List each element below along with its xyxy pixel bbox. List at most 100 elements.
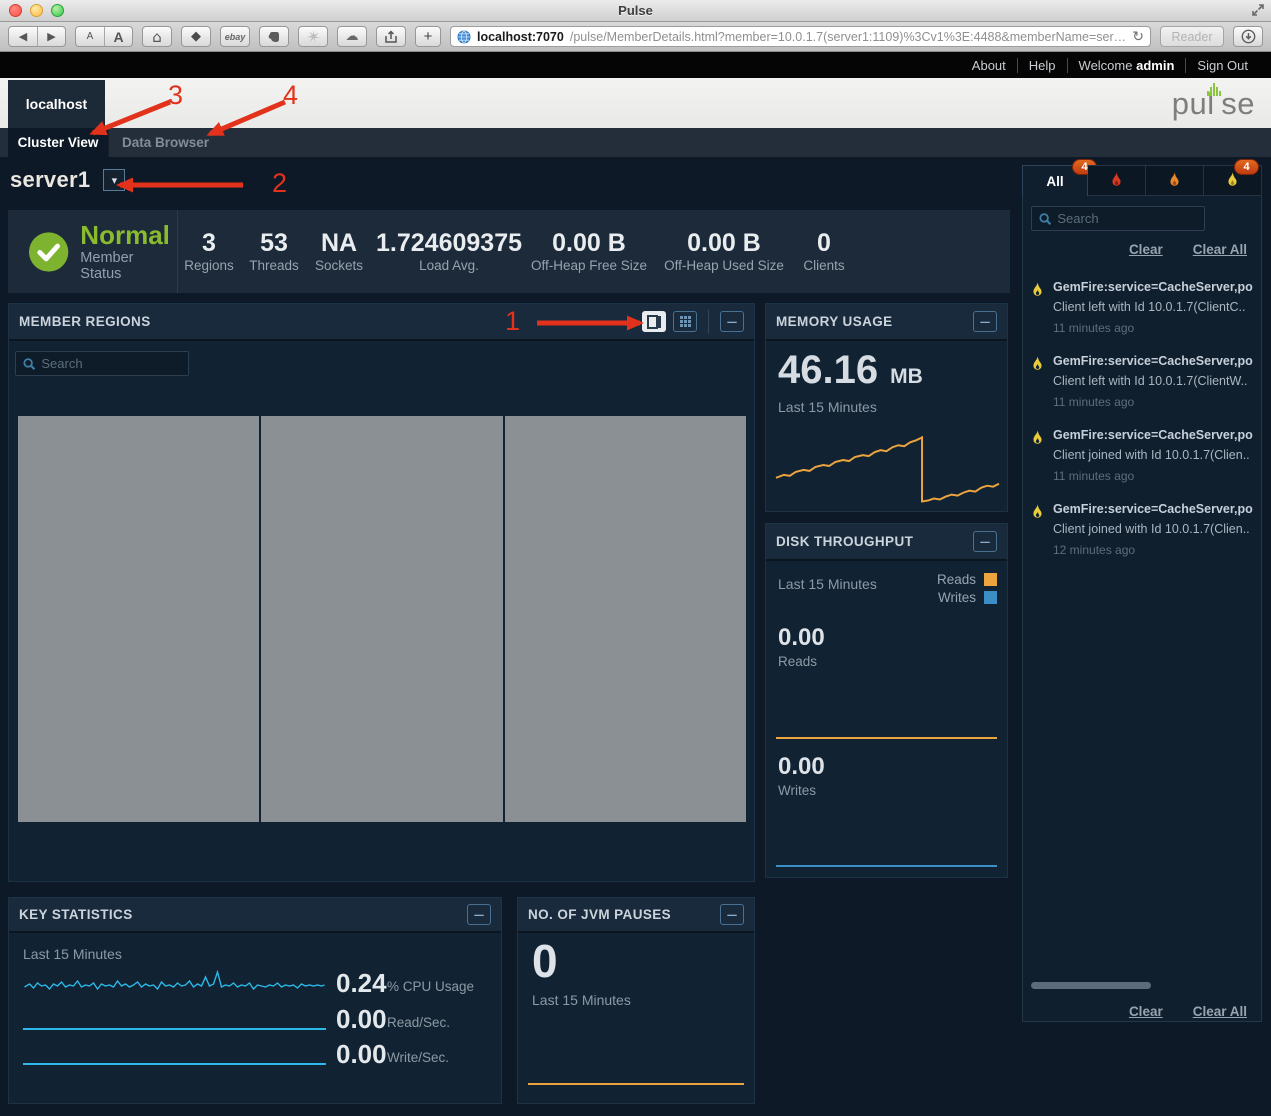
- larger-text-button[interactable]: A: [104, 27, 132, 46]
- collapse-icon: −: [726, 906, 739, 924]
- divider: [708, 310, 709, 334]
- cpu-usage-sparkline: [23, 970, 326, 1010]
- stat-offheap-free: 0.00 B Off-Heap Free Size: [519, 230, 659, 273]
- notification-item[interactable]: GemFire:service=CacheServer,port=404 Cli…: [1023, 348, 1261, 422]
- key-statistics-collapse-button[interactable]: −: [467, 904, 491, 925]
- notifications-search[interactable]: [1031, 206, 1205, 231]
- stat-clients: 0 Clients: [789, 230, 859, 273]
- new-tab-button[interactable]: +: [415, 26, 441, 47]
- tab-data-browser[interactable]: Data Browser: [108, 128, 222, 157]
- memory-usage-unit: MB: [890, 365, 923, 389]
- region-block[interactable]: [261, 416, 502, 822]
- evernote-icon[interactable]: [259, 26, 289, 47]
- memory-usage-sparkline: [774, 416, 1001, 511]
- back-button[interactable]: ◀: [9, 27, 37, 46]
- stat-load-avg: 1.724609375 Load Avg.: [379, 230, 519, 273]
- search-icon: [1039, 212, 1051, 226]
- forward-button[interactable]: ▶: [37, 27, 65, 46]
- search-icon: [23, 357, 35, 371]
- member-regions-collapse-button[interactable]: −: [720, 311, 744, 332]
- write-sec-line: [23, 1063, 326, 1065]
- memory-usage-title: MEMORY USAGE: [776, 314, 893, 329]
- treemap-view-icon: [647, 315, 662, 329]
- clear-row-bottom: Clear Clear All: [1129, 1004, 1247, 1019]
- notifications-tab-all[interactable]: All 4: [1022, 165, 1088, 196]
- delicious-icon[interactable]: ◆: [181, 26, 211, 47]
- disk-throughput-legend: Reads Writes: [937, 572, 997, 605]
- disk-writes-line: [776, 865, 997, 867]
- warning-count-badge: 4: [1234, 159, 1259, 175]
- stat-offheap-used: 0.00 B Off-Heap Used Size: [659, 230, 789, 273]
- region-block[interactable]: [505, 416, 746, 822]
- memory-usage-caption: Last 15 Minutes: [778, 399, 877, 415]
- address-bar[interactable]: localhost:7070 /pulse/MemberDetails.html…: [450, 26, 1151, 47]
- status-state: Normal: [80, 222, 177, 248]
- notifications-tab-warning[interactable]: 4: [1204, 165, 1262, 196]
- reload-icon[interactable]: ↻: [1132, 29, 1144, 45]
- memory-usage-panel: MEMORY USAGE − 46.16 MB Last 15 Minutes: [765, 303, 1008, 512]
- notifications-search-input[interactable]: [1057, 211, 1197, 226]
- treemap-view-button[interactable]: [642, 311, 666, 332]
- downloads-button[interactable]: [1233, 26, 1263, 47]
- home-button[interactable]: ⌂: [142, 26, 172, 47]
- host-tab-localhost[interactable]: localhost: [8, 80, 105, 128]
- stat-sockets: NA Sockets: [307, 230, 371, 273]
- about-link[interactable]: About: [961, 58, 1017, 73]
- jvm-pauses-value: 0: [532, 934, 558, 988]
- browser-toolbar: ◀ ▶ A A ⌂ ◆ ebay ☁ + localhost:7070 /p: [0, 22, 1271, 52]
- member-regions-search-input[interactable]: [41, 356, 181, 371]
- ebay-icon[interactable]: ebay: [220, 26, 250, 47]
- page: Pulse ◀ ▶ A A ⌂ ◆ ebay ☁ +: [0, 0, 1271, 1116]
- pinwheel-icon[interactable]: [298, 26, 328, 47]
- cpu-usage-value: 0.24: [336, 968, 387, 999]
- smaller-text-button[interactable]: A: [76, 27, 104, 46]
- warning-flame-icon: [1031, 430, 1044, 447]
- notification-item[interactable]: GemFire:service=CacheServer,port=404 Cli…: [1023, 422, 1261, 496]
- memory-usage-value-row: 46.16 MB: [778, 348, 923, 393]
- member-regions-panel: MEMBER REGIONS: [8, 303, 755, 882]
- clear-link[interactable]: Clear: [1129, 1004, 1163, 1019]
- member-regions-header: MEMBER REGIONS: [9, 304, 754, 341]
- key-statistics-title: KEY STATISTICS: [19, 907, 133, 922]
- welcome-user: Welcome admin: [1067, 58, 1186, 73]
- member-status-section: Normal Member Status: [8, 210, 178, 293]
- clear-row-top: Clear Clear All: [1129, 242, 1247, 257]
- read-sec-line: [23, 1028, 326, 1030]
- reader-button[interactable]: Reader: [1160, 26, 1224, 47]
- key-statistics-panel: KEY STATISTICS − Last 15 Minutes 0.24 % …: [8, 897, 502, 1104]
- stat-threads: 53 Threads: [241, 230, 307, 273]
- fullscreen-icon[interactable]: [1251, 3, 1265, 17]
- warning-flame-icon: [1031, 356, 1044, 373]
- jvm-pauses-collapse-button[interactable]: −: [720, 904, 744, 925]
- chevron-down-icon: ▾: [112, 174, 118, 187]
- username: admin: [1136, 58, 1174, 73]
- memory-usage-collapse-button[interactable]: −: [973, 311, 997, 332]
- notifications-tab-error[interactable]: [1146, 165, 1204, 196]
- clear-all-link[interactable]: Clear All: [1193, 1004, 1247, 1019]
- member-regions-search[interactable]: [15, 351, 189, 376]
- cloud-icon[interactable]: ☁: [337, 26, 367, 47]
- notifications-scrollbar[interactable]: [1031, 982, 1151, 989]
- member-dropdown-button[interactable]: ▾: [103, 169, 125, 191]
- clear-all-link[interactable]: Clear All: [1193, 242, 1247, 257]
- read-sec-label: Read/Sec.: [387, 1015, 450, 1030]
- app-topbar: About Help Welcome admin Sign Out: [0, 52, 1271, 78]
- sign-out-link[interactable]: Sign Out: [1185, 58, 1259, 73]
- logo-equalizer-bars: l: [1207, 86, 1221, 122]
- pulse-logo: pulse: [1172, 86, 1255, 122]
- disk-writes-value: 0.00: [778, 753, 825, 781]
- help-link[interactable]: Help: [1017, 58, 1067, 73]
- grid-view-icon: [679, 315, 692, 328]
- share-icon[interactable]: [376, 26, 406, 47]
- warning-flame-icon: [1031, 504, 1044, 521]
- notification-item[interactable]: GemFire:service=CacheServer,port=404 Cli…: [1023, 274, 1261, 348]
- severe-flame-icon: [1110, 172, 1123, 189]
- region-block[interactable]: [18, 416, 259, 822]
- tab-cluster-view[interactable]: Cluster View: [8, 128, 108, 157]
- notifications-tab-severe[interactable]: [1088, 165, 1146, 196]
- notification-item[interactable]: GemFire:service=CacheServer,port=404 Cli…: [1023, 496, 1261, 570]
- disk-throughput-collapse-button[interactable]: −: [973, 531, 997, 552]
- font-size-group: A A: [75, 26, 133, 47]
- grid-view-button[interactable]: [673, 311, 697, 332]
- clear-link[interactable]: Clear: [1129, 242, 1163, 257]
